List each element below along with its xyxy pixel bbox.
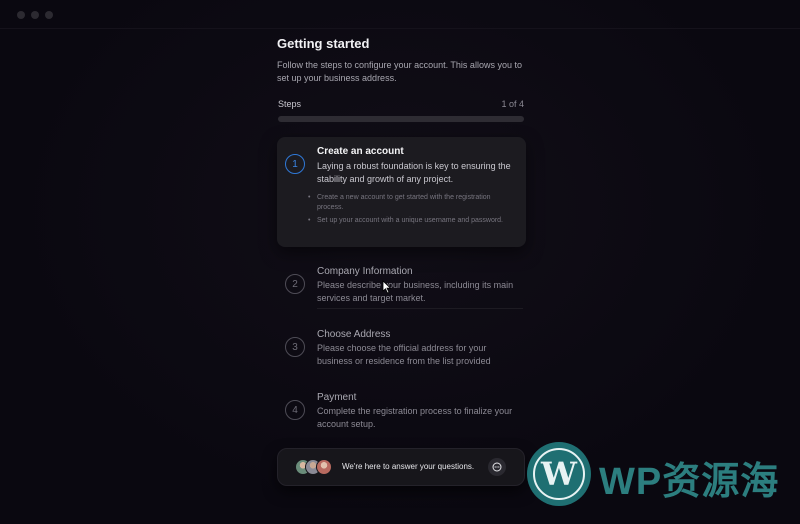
steps-count: 1 of 4 [501, 99, 524, 109]
step-description: Laying a robust foundation is key to ens… [317, 161, 511, 184]
step-payment[interactable]: 4 Payment Complete the registration proc… [277, 386, 526, 446]
wordpress-logo-icon: W [527, 442, 591, 506]
step-title: Choose Address [317, 329, 391, 340]
app-window: Getting started Follow the steps to conf… [0, 0, 800, 524]
step-number-badge: 1 [285, 154, 305, 174]
wordpress-logo-letter: W [533, 448, 585, 500]
step-title: Payment [317, 392, 357, 403]
steps-label: Steps [278, 99, 302, 109]
steps-progress-bar [278, 116, 524, 122]
step-create-account[interactable]: 1 Create an account Laying a robust foun… [277, 137, 526, 247]
step-bullet: Set up your account with a unique userna… [308, 216, 518, 226]
maximize-window-button[interactable] [45, 11, 53, 19]
page-description: Follow the steps to configure your accou… [277, 60, 522, 83]
watermark-text: WP资源海 [599, 461, 780, 503]
step-title: Company Information [317, 266, 413, 277]
minimize-window-button[interactable] [31, 11, 39, 19]
step-number-badge: 2 [285, 274, 305, 294]
step-company-information[interactable]: 2 Company Information Please describe yo… [277, 260, 526, 320]
step-description: Complete the registration process to fin… [317, 406, 513, 429]
title-bar [0, 0, 800, 29]
step-title: Create an account [317, 146, 404, 157]
page-title: Getting started [277, 36, 370, 51]
step-description: Please describe your business, including… [317, 280, 514, 303]
help-text: We're here to answer your questions. [342, 462, 475, 471]
chat-button[interactable] [488, 458, 506, 476]
step-bullet-list: Create a new account to get started with… [308, 193, 518, 229]
step-choose-address[interactable]: 3 Choose Address Please choose the offic… [277, 323, 526, 383]
close-window-button[interactable] [17, 11, 25, 19]
avatar [316, 459, 332, 475]
help-bar[interactable]: We're here to answer your questions. [277, 448, 525, 486]
mouse-cursor-icon [382, 280, 392, 294]
watermark: W WP资源海 [527, 440, 789, 508]
chat-bubble-icon [492, 462, 502, 472]
step-description: Please choose the official address for y… [317, 343, 491, 366]
step-number-badge: 3 [285, 337, 305, 357]
step-number-badge: 4 [285, 400, 305, 420]
step-divider [317, 308, 523, 309]
step-bullet: Create a new account to get started with… [308, 193, 518, 213]
